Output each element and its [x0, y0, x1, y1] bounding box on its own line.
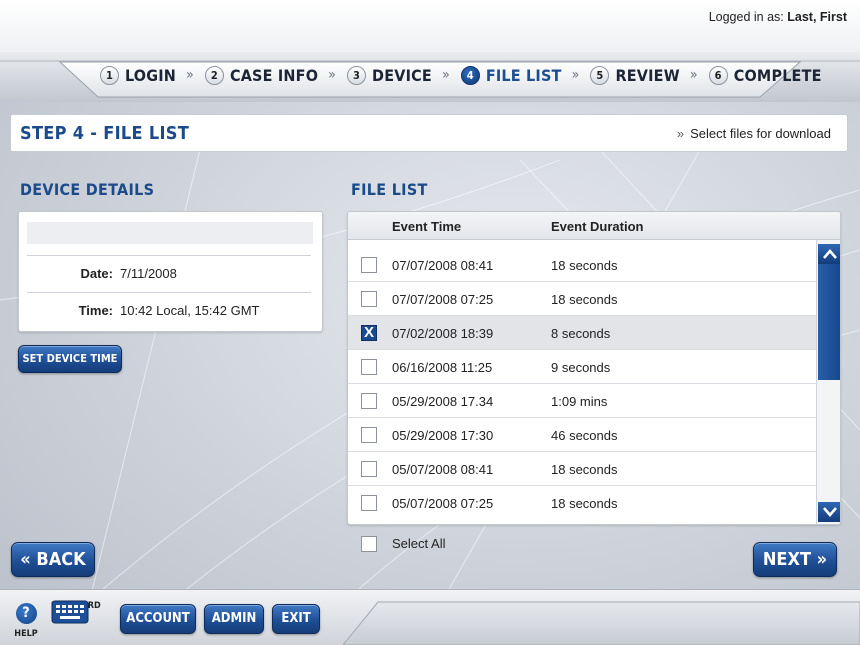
- step-device: 3 DEVICE: [347, 65, 432, 85]
- event-duration: 9 seconds: [551, 360, 611, 375]
- event-time: 07/07/2008 08:41: [392, 258, 494, 273]
- event-time: 05/29/2008 17.34: [392, 394, 494, 409]
- event-time: 05/07/2008 07:25: [392, 496, 494, 511]
- step-label: DEVICE: [372, 65, 432, 85]
- help-button[interactable]: ? HELP: [11, 603, 41, 639]
- select-all-checkbox[interactable]: [361, 536, 377, 552]
- step-label: COMPLETE: [733, 65, 822, 85]
- help-label[interactable]: HELP: [11, 629, 41, 639]
- logged-in-status: Logged in as: Last, First: [709, 10, 847, 24]
- step-review: 5 REVIEW: [590, 65, 680, 85]
- event-time: 07/07/2008 07:25: [392, 292, 494, 307]
- next-button[interactable]: NEXT »: [753, 542, 837, 577]
- file-row[interactable]: 05/29/2008 17:30 46 seconds: [348, 418, 816, 452]
- step-number: 3: [347, 65, 367, 85]
- user-name[interactable]: Last, First: [787, 10, 847, 24]
- step-separator-icon: »: [328, 67, 337, 83]
- step-login: 1 LOGIN: [100, 65, 177, 85]
- file-list-heading: FILE LIST: [351, 180, 428, 199]
- keyboard-icon[interactable]: [51, 598, 89, 624]
- file-row[interactable]: 07/07/2008 08:41 18 seconds: [348, 248, 816, 282]
- event-time: 07/02/2008 18:39: [392, 326, 494, 341]
- step-case-info: 2 CASE INFO: [204, 65, 319, 85]
- set-device-time-button[interactable]: SET DEVICE TIME: [18, 345, 122, 373]
- file-checkbox[interactable]: [361, 461, 377, 477]
- file-row[interactable]: 06/16/2008 11:25 9 seconds: [348, 350, 816, 384]
- file-checkbox-checked[interactable]: X: [361, 325, 377, 341]
- file-row[interactable]: 05/07/2008 07:25 18 seconds: [348, 486, 816, 520]
- file-checkbox[interactable]: [361, 359, 377, 375]
- column-header-event-duration[interactable]: Event Duration: [551, 219, 643, 234]
- scroll-down-arrow-icon[interactable]: [818, 502, 840, 522]
- page-hint-text: Select files for download: [690, 126, 831, 141]
- scrollbar-thumb[interactable]: [818, 244, 840, 380]
- step-progress: 1 LOGIN » 2 CASE INFO » 3 DEVICE » 4 FIL…: [100, 64, 822, 86]
- device-time-row: Time: 10:42 Local, 15:42 GMT: [27, 292, 311, 328]
- file-checkbox[interactable]: [361, 291, 377, 307]
- event-duration: 46 seconds: [551, 428, 618, 443]
- exit-button[interactable]: EXIT: [272, 604, 320, 634]
- time-value: 10:42 Local, 15:42 GMT: [120, 303, 260, 318]
- event-time: 06/16/2008 11:25: [392, 360, 493, 375]
- file-row[interactable]: 05/29/2008 17.34 1:09 mins: [348, 384, 816, 418]
- admin-button[interactable]: ADMIN: [204, 604, 264, 634]
- event-duration: 18 seconds: [551, 496, 618, 511]
- step-separator-icon: »: [689, 67, 698, 83]
- file-checkbox[interactable]: [361, 257, 377, 273]
- double-chevron-icon: »: [676, 126, 685, 141]
- step-separator-icon: »: [571, 67, 580, 83]
- step-number: 6: [708, 65, 728, 85]
- file-row-selected[interactable]: X 07/02/2008 18:39 8 seconds: [348, 316, 816, 350]
- logged-in-label: Logged in as:: [708, 10, 784, 24]
- device-details-panel: Date: 7/11/2008 Time: 10:42 Local, 15:42…: [18, 211, 323, 332]
- file-row[interactable]: 05/07/2008 08:41 18 seconds: [348, 452, 816, 486]
- date-label: Date:: [80, 266, 113, 281]
- time-label: Time:: [78, 303, 113, 318]
- date-value: 7/11/2008: [120, 266, 177, 281]
- keyboard-button[interactable]: KEYBOARD: [51, 598, 101, 624]
- device-name-bar: [27, 222, 313, 244]
- step-separator-icon: »: [186, 67, 194, 83]
- device-date-row: Date: 7/11/2008: [27, 255, 311, 291]
- event-duration: 8 seconds: [551, 326, 611, 341]
- event-duration: 18 seconds: [551, 292, 618, 307]
- file-row[interactable]: 07/07/2008 07:25 18 seconds: [348, 282, 816, 316]
- select-all-label[interactable]: Select All: [392, 536, 445, 551]
- step-number: 5: [590, 65, 610, 85]
- event-duration: 18 seconds: [551, 462, 618, 477]
- event-time: 05/29/2008 17:30: [392, 428, 494, 443]
- step-number: 4: [460, 65, 480, 85]
- file-list-header: Event Time Event Duration: [348, 212, 840, 240]
- page-title: STEP 4 - FILE LIST: [20, 123, 190, 144]
- step-label: LOGIN: [125, 65, 177, 85]
- event-time: 05/07/2008 08:41: [392, 462, 494, 477]
- top-bar: Logged in as: Last, First: [0, 0, 860, 52]
- device-details-heading: DEVICE DETAILS: [20, 180, 155, 199]
- event-duration: 18 seconds: [551, 258, 618, 273]
- step-title-bar: STEP 4 - FILE LIST » Select files for dow…: [10, 114, 848, 152]
- page-hint: » Select files for download: [677, 126, 831, 141]
- file-checkbox[interactable]: [361, 495, 377, 511]
- step-separator-icon: »: [441, 67, 450, 83]
- file-list-panel: Event Time Event Duration 07/07/2008 08:…: [347, 211, 841, 525]
- file-checkbox[interactable]: [361, 393, 377, 409]
- back-button[interactable]: « BACK: [11, 542, 95, 577]
- step-label: REVIEW: [615, 65, 680, 85]
- file-checkbox[interactable]: [361, 427, 377, 443]
- event-duration: 1:09 mins: [551, 394, 608, 409]
- help-icon[interactable]: ?: [15, 603, 37, 624]
- bottom-bar: ? HELP KEYBOARD ACCOUNT ADMIN EXIT: [0, 589, 860, 645]
- step-label: CASE INFO: [229, 65, 319, 85]
- file-list-scrollbar[interactable]: [816, 240, 840, 524]
- column-header-event-time[interactable]: Event Time: [392, 219, 461, 234]
- step-number: 2: [204, 65, 224, 85]
- account-button[interactable]: ACCOUNT: [120, 604, 196, 634]
- step-number: 1: [100, 65, 119, 85]
- step-file-list: 4 FILE LIST: [460, 65, 562, 85]
- scroll-up-arrow-icon[interactable]: [818, 244, 840, 264]
- step-label: FILE LIST: [485, 65, 562, 85]
- step-complete: 6 COMPLETE: [708, 65, 822, 85]
